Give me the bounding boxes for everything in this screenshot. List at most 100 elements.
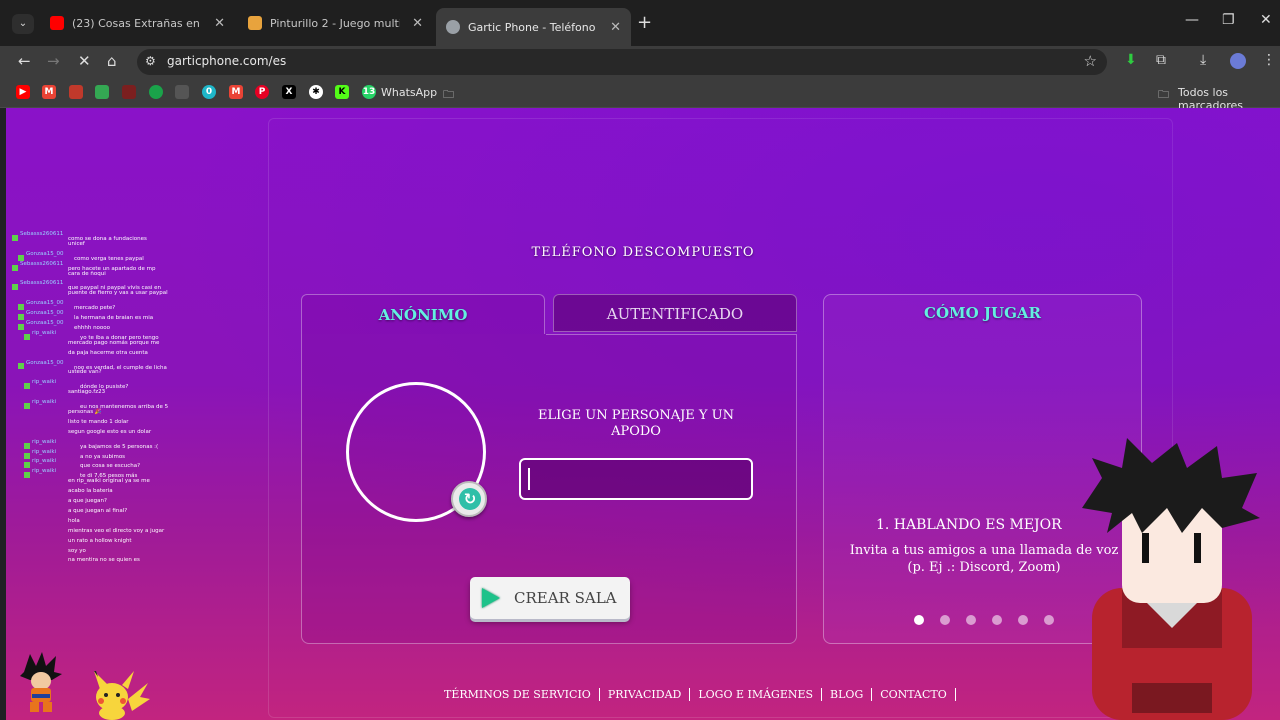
tab-gartic-phone[interactable]: Gartic Phone - Teléfono Descompuesto ✕ [436, 8, 631, 46]
gmail-bookmark-icon[interactable]: M [42, 85, 56, 99]
kick-bookmark-icon[interactable]: K [335, 85, 349, 99]
close-icon[interactable]: ✕ [412, 16, 423, 31]
how-to-play-title: CÓMO JUGAR [924, 304, 1041, 322]
tab-pinturillo[interactable]: Pinturillo 2 - Juego multijugador ✕ [238, 8, 433, 38]
footer-terms-link[interactable]: TÉRMINOS DE SERVICIO [436, 688, 600, 701]
close-icon[interactable]: ✕ [610, 20, 621, 35]
maximize-icon[interactable]: ❐ [1222, 12, 1235, 28]
window-close-icon[interactable]: ✕ [1260, 12, 1272, 28]
chat-text: unicef [68, 240, 85, 247]
chat-username: Sebasss260611 [20, 280, 64, 287]
stream-chat-overlay: Sebasss260611como se dona a fundaciones u… [12, 230, 192, 566]
bookmark-icon[interactable] [175, 85, 189, 99]
game-title: TELÉFONO DESCOMPUESTO [531, 245, 755, 260]
chat-username: rip_waiki [32, 448, 57, 455]
chat-message: listo te mando 1 dolar [12, 418, 192, 428]
bookmark-star-icon[interactable]: ☆ [1084, 52, 1097, 70]
extensions-icon[interactable]: ⧉ [1156, 52, 1166, 68]
bookmark-whatsapp[interactable]: WhatsApp [381, 86, 437, 99]
site-info-icon[interactable]: ⚙ [145, 54, 156, 68]
chat-message: a que juegan? [12, 497, 192, 507]
footer-contact-link[interactable]: CONTACTO [872, 688, 956, 701]
x-bookmark-icon[interactable]: X [282, 85, 296, 99]
chat-text: mientras veo el directo voy a jugar [68, 527, 165, 534]
footer-blog-link[interactable]: BLOG [822, 688, 873, 701]
chat-message: Gonzaa15_00la hermana de braian es mia [12, 309, 192, 321]
menu-icon[interactable]: ⋮ [1262, 52, 1276, 68]
chat-text: hola [68, 517, 80, 524]
tab-youtube[interactable]: (23) Cosas Extrañas en LATAM... ✕ [40, 8, 235, 38]
url-text[interactable]: garticphone.com/es [167, 54, 286, 68]
tab-anonymous[interactable]: ANÓNIMO [301, 294, 545, 334]
chat-message: mercado pago nomás porque me [12, 339, 192, 349]
pick-character-label: ELIGE UN PERSONAJE Y UN APODO [538, 408, 734, 439]
chat-message: soy yo [12, 547, 192, 557]
chat-text: mercado pago nomás porque me [68, 339, 160, 346]
chat-text: a que juegan al final? [68, 507, 128, 514]
tab-title: Pinturillo 2 - Juego multijugador [270, 16, 400, 30]
nickname-input[interactable] [519, 458, 753, 500]
close-icon[interactable]: ✕ [214, 16, 225, 31]
folder-icon[interactable]: 🗀 [443, 86, 454, 105]
pinterest-bookmark-icon[interactable]: P [255, 85, 269, 99]
footer-privacy-link[interactable]: PRIVACIDAD [600, 688, 691, 701]
folder-icon: 🗀 [1158, 88, 1169, 101]
carousel-dot[interactable] [1044, 615, 1054, 625]
chat-username: rip_waiki [32, 399, 57, 406]
back-icon[interactable]: ← [18, 52, 31, 70]
chat-username: rip_waiki [32, 468, 57, 475]
chat-username: Sebasss260611 [20, 260, 64, 267]
carousel-dot[interactable] [992, 615, 1002, 625]
chat-text: un rato a hollow knight [68, 537, 132, 544]
chat-message: segun google esto es un dolar [12, 428, 192, 438]
chat-message: en rip_waiki original ya se me [12, 477, 192, 487]
create-room-button[interactable]: CREAR SALA [470, 577, 630, 619]
tab-title: Gartic Phone - Teléfono Descompuesto [468, 20, 598, 34]
chat-message: personas 🎉 [12, 408, 192, 418]
bookmark-icon[interactable] [149, 85, 163, 99]
chat-text: santiago.fz23 [68, 389, 106, 396]
tab-search-button[interactable]: ⌄ [12, 14, 34, 34]
youtube-bookmark-icon[interactable]: ▶ [16, 85, 30, 99]
carousel-dot[interactable] [914, 615, 924, 625]
chat-message: rip_waikidónde lo pusiste? [12, 378, 192, 390]
chat-message: hola [12, 517, 192, 527]
gmail-bookmark-icon[interactable]: M [229, 85, 243, 99]
refresh-icon: ↻ [459, 488, 481, 510]
bookmark-icon[interactable] [122, 85, 136, 99]
chat-message: rip_waikite di 7,65 pesos más [12, 467, 192, 479]
address-bar[interactable]: ⚙ garticphone.com/es ☆ [137, 49, 1107, 75]
tab-authenticated[interactable]: AUTENTIFICADO [553, 294, 797, 332]
chat-message: puente de fierro y vas a usar paypal [12, 289, 192, 299]
carousel-dot[interactable] [1018, 615, 1028, 625]
new-tab-button[interactable]: + [637, 12, 652, 33]
whatsapp-icon[interactable]: 13 [362, 85, 376, 99]
download-extension-icon[interactable]: ⬇ [1125, 52, 1137, 68]
randomize-avatar-button[interactable]: ↻ [451, 481, 487, 517]
footer-links: TÉRMINOS DE SERVICIO PRIVACIDAD LOGO E I… [436, 688, 956, 701]
forward-icon[interactable]: → [47, 52, 60, 70]
chat-username: Gonzaa15_00 [26, 250, 64, 257]
minimize-icon[interactable]: — [1185, 12, 1199, 28]
chat-text: ustede van? [68, 369, 102, 376]
goku-sticker [20, 652, 62, 712]
chat-text: puente de fierro y vas a usar paypal [68, 290, 168, 297]
carousel-dot[interactable] [940, 615, 950, 625]
tab-title: (23) Cosas Extrañas en LATAM... [72, 16, 202, 30]
chat-message: santiago.fz23 [12, 388, 192, 398]
carousel-dot[interactable] [966, 615, 976, 625]
home-icon[interactable]: ⌂ [107, 52, 117, 70]
footer-logo-link[interactable]: LOGO E IMÁGENES [690, 688, 823, 701]
chat-text: acabo la bateria [68, 488, 113, 495]
chat-text: a que juegan? [68, 498, 107, 505]
chatgpt-bookmark-icon[interactable]: ✱ [309, 85, 323, 99]
sheets-bookmark-icon[interactable] [95, 85, 109, 99]
chat-username: Gonzaa15_00 [26, 359, 64, 366]
stop-loading-icon[interactable]: ✕ [78, 52, 91, 70]
downloads-icon[interactable]: ⤓ [1200, 52, 1206, 68]
bookmark-icon[interactable]: 0 [202, 85, 216, 99]
page-viewport: TELÉFONO DESCOMPUESTO ANÓNIMO AUTENTIFIC… [6, 108, 1280, 720]
chat-username: Gonzaa15_00 [26, 310, 64, 317]
profile-avatar[interactable] [1230, 53, 1246, 69]
bookmark-icon[interactable] [69, 85, 83, 99]
